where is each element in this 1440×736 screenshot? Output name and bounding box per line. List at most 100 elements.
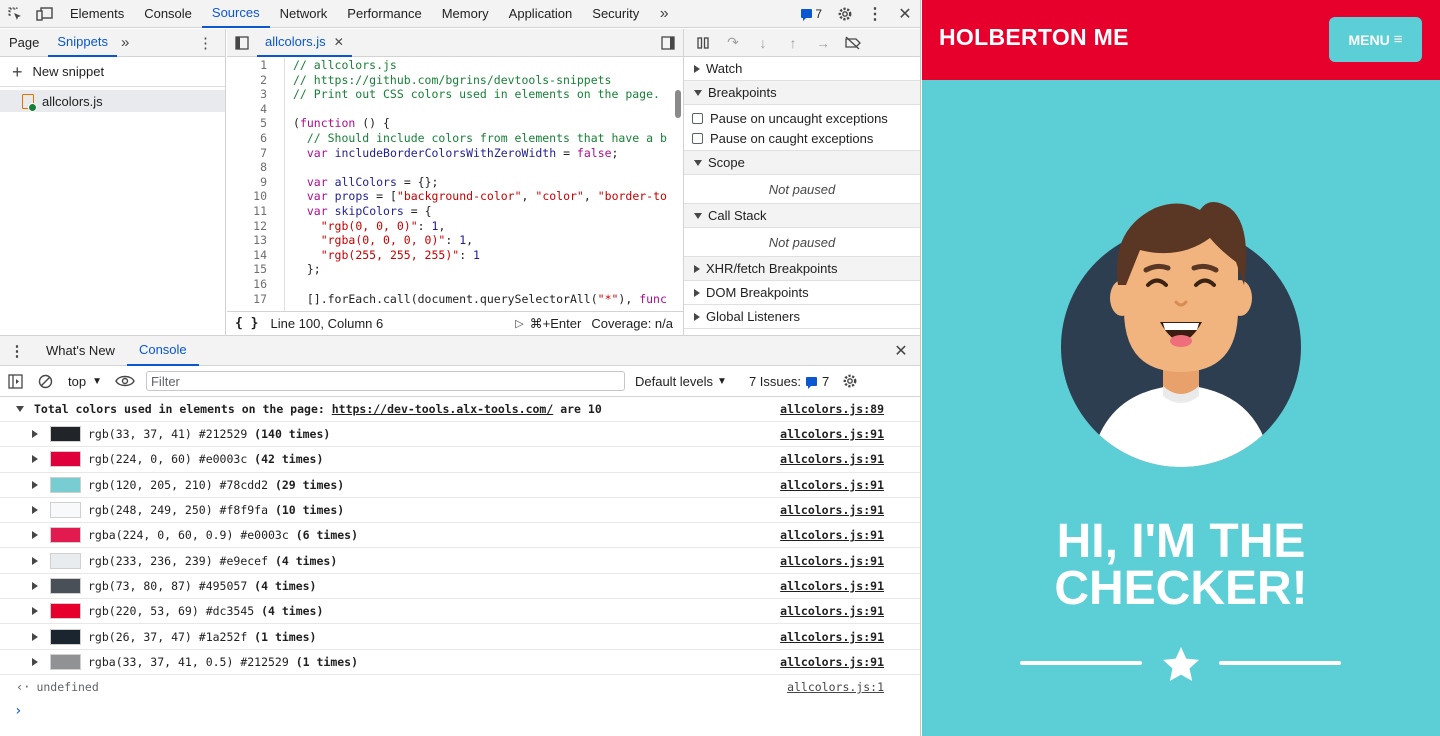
step-over-icon[interactable]: ↷: [720, 31, 746, 55]
console-color-row[interactable]: rgb(224, 0, 60) #e0003c (42 times) allcol…: [0, 447, 920, 473]
checkbox[interactable]: [692, 112, 703, 124]
checkbox[interactable]: [692, 132, 703, 144]
tab-network[interactable]: Network: [270, 0, 338, 28]
toggle-debugger-icon[interactable]: [653, 29, 683, 57]
source-link[interactable]: allcolors.js:91: [780, 554, 884, 568]
section-global-listeners[interactable]: Global Listeners: [684, 305, 920, 329]
source-link[interactable]: allcolors.js:91: [780, 655, 884, 669]
source-link[interactable]: allcolors.js:91: [780, 427, 884, 441]
tab-application[interactable]: Application: [499, 0, 583, 28]
site-brand[interactable]: HOLBERTON ME: [939, 24, 1129, 51]
settings-gear-icon[interactable]: [830, 0, 860, 28]
tab-console-drawer[interactable]: Console: [126, 336, 199, 366]
tab-page[interactable]: Page: [0, 29, 48, 57]
step-icon[interactable]: →: [810, 31, 836, 55]
console-settings-gear-icon[interactable]: [835, 367, 865, 395]
deactivate-breakpoints-icon[interactable]: [840, 31, 866, 55]
issues-badge[interactable]: 7: [793, 7, 830, 21]
pause-uncaught-option[interactable]: Pause on uncaught exceptions: [684, 108, 920, 128]
expand-triangle-icon: [32, 455, 38, 464]
more-tabs-icon[interactable]: »: [649, 0, 679, 28]
console-color-row[interactable]: rgb(233, 236, 239) #e9ecef (4 times) allc…: [0, 548, 920, 574]
console-sidebar-icon[interactable]: [0, 367, 30, 395]
tab-memory[interactable]: Memory: [432, 0, 499, 28]
section-call-stack-label: Call Stack: [708, 208, 767, 223]
console-color-row[interactable]: rgb(248, 249, 250) #f8f9fa (10 times) all…: [0, 498, 920, 524]
source-link[interactable]: allcolors.js:91: [780, 452, 884, 466]
editor-tab-allcolors[interactable]: allcolors.js ✕: [257, 29, 352, 57]
section-xhr-breakpoints[interactable]: XHR/fetch Breakpoints: [684, 257, 920, 281]
inspect-element-icon[interactable]: [0, 0, 30, 28]
navigator-menu-icon[interactable]: ⋮: [186, 34, 225, 52]
step-into-icon[interactable]: ↓: [750, 31, 776, 55]
console-color-row[interactable]: rgb(120, 205, 210) #78cdd2 (29 times) all…: [0, 473, 920, 498]
new-snippet-button[interactable]: + New snippet: [0, 57, 225, 87]
more-navigator-tabs-icon[interactable]: »: [117, 34, 133, 51]
tab-elements[interactable]: Elements: [60, 0, 134, 28]
close-drawer-icon[interactable]: ✕: [886, 337, 916, 365]
vertical-scrollbar[interactable]: [675, 90, 681, 118]
drawer-tabs: ⋮ What's New Console ✕: [0, 336, 920, 366]
console-color-row[interactable]: rgb(220, 53, 69) #dc3545 (4 times) allcol…: [0, 599, 920, 625]
run-shortcut[interactable]: ⌘+Enter: [530, 316, 582, 332]
source-link[interactable]: allcolors.js:91: [780, 630, 884, 644]
scope-status: Not paused: [684, 175, 920, 204]
console-color-row[interactable]: rgb(33, 37, 41) #212529 (140 times) allco…: [0, 422, 920, 448]
group-link[interactable]: https://dev-tools.alx-tools.com/: [332, 402, 554, 416]
tab-snippets[interactable]: Snippets: [48, 29, 117, 57]
tab-performance[interactable]: Performance: [337, 0, 431, 28]
snippet-item-allcolors[interactable]: allcolors.js: [0, 90, 225, 112]
tab-console[interactable]: Console: [134, 0, 202, 28]
source-link[interactable]: allcolors.js:89: [780, 402, 884, 416]
pause-caught-option[interactable]: Pause on caught exceptions: [684, 128, 920, 148]
section-breakpoints[interactable]: Breakpoints: [684, 81, 920, 105]
close-tab-icon[interactable]: ✕: [334, 35, 344, 49]
toggle-navigator-icon[interactable]: [227, 29, 257, 57]
color-value: rgb(224, 0, 60) #e0003c: [88, 452, 255, 467]
section-call-stack[interactable]: Call Stack: [684, 204, 920, 228]
step-out-icon[interactable]: ↑: [780, 31, 806, 55]
console-issues-count[interactable]: 7 Issues: 7: [749, 374, 829, 389]
line-number: 1: [260, 58, 267, 72]
source-link[interactable]: allcolors.js:91: [780, 478, 884, 492]
breakpoint-options: Pause on uncaught exceptions Pause on ca…: [684, 105, 920, 151]
clear-console-icon[interactable]: [30, 367, 60, 395]
section-watch[interactable]: Watch: [684, 57, 920, 81]
run-snippet-icon[interactable]: ▷: [515, 317, 523, 330]
tab-security[interactable]: Security: [582, 0, 649, 28]
section-scope[interactable]: Scope: [684, 151, 920, 175]
source-link[interactable]: allcolors.js:91: [780, 528, 884, 542]
console-color-row[interactable]: rgb(73, 80, 87) #495057 (4 times) allcolo…: [0, 574, 920, 600]
console-prompt[interactable]: ›: [0, 699, 920, 723]
color-value: rgba(224, 0, 60, 0.9) #e0003c: [88, 528, 296, 543]
source-link[interactable]: allcolors.js:91: [780, 503, 884, 517]
source-link[interactable]: allcolors.js:1: [787, 680, 884, 694]
console-group-header[interactable]: Total colors used in elements on the pag…: [0, 397, 920, 422]
drawer-menu-icon[interactable]: ⋮: [0, 337, 34, 365]
color-value: rgb(33, 37, 41) #212529: [88, 427, 255, 442]
close-devtools-icon[interactable]: ✕: [890, 0, 920, 28]
group-title: Total colors used in elements on the pag…: [34, 402, 602, 416]
pretty-print-icon[interactable]: { }: [235, 316, 258, 331]
code-text: var includeBorderColorsWithZeroWidth = f…: [306, 145, 619, 160]
code-area[interactable]: 1 // allcolors.js 2 // https://github.com/…: [227, 58, 683, 328]
context-select[interactable]: top ▼: [60, 374, 110, 389]
message-icon: [805, 376, 817, 389]
log-levels-select[interactable]: Default levels ▼: [635, 374, 727, 389]
collapse-triangle-icon: [16, 406, 24, 412]
menu-button[interactable]: MENU ≡: [1329, 17, 1422, 62]
tab-sources[interactable]: Sources: [201, 0, 270, 28]
console-filter-input[interactable]: [145, 371, 625, 391]
tab-whats-new[interactable]: What's New: [34, 336, 127, 366]
kebab-menu-icon[interactable]: ⋮: [860, 0, 890, 28]
source-link[interactable]: allcolors.js:91: [780, 579, 884, 593]
live-expression-eye-icon[interactable]: [110, 367, 140, 395]
section-dom-breakpoints[interactable]: DOM Breakpoints: [684, 281, 920, 305]
source-link[interactable]: allcolors.js:91: [780, 604, 884, 618]
console-color-row[interactable]: rgba(33, 37, 41, 0.5) #212529 (1 times) a…: [0, 650, 920, 675]
console-color-row[interactable]: rgb(26, 37, 47) #1a252f (1 times) allcolo…: [0, 624, 920, 650]
code-text: // allcolors.js: [293, 58, 397, 72]
console-color-row[interactable]: rgba(224, 0, 60, 0.9) #e0003c (6 times) a…: [0, 523, 920, 549]
pause-icon[interactable]: [690, 31, 716, 55]
device-toolbar-icon[interactable]: [30, 0, 60, 28]
